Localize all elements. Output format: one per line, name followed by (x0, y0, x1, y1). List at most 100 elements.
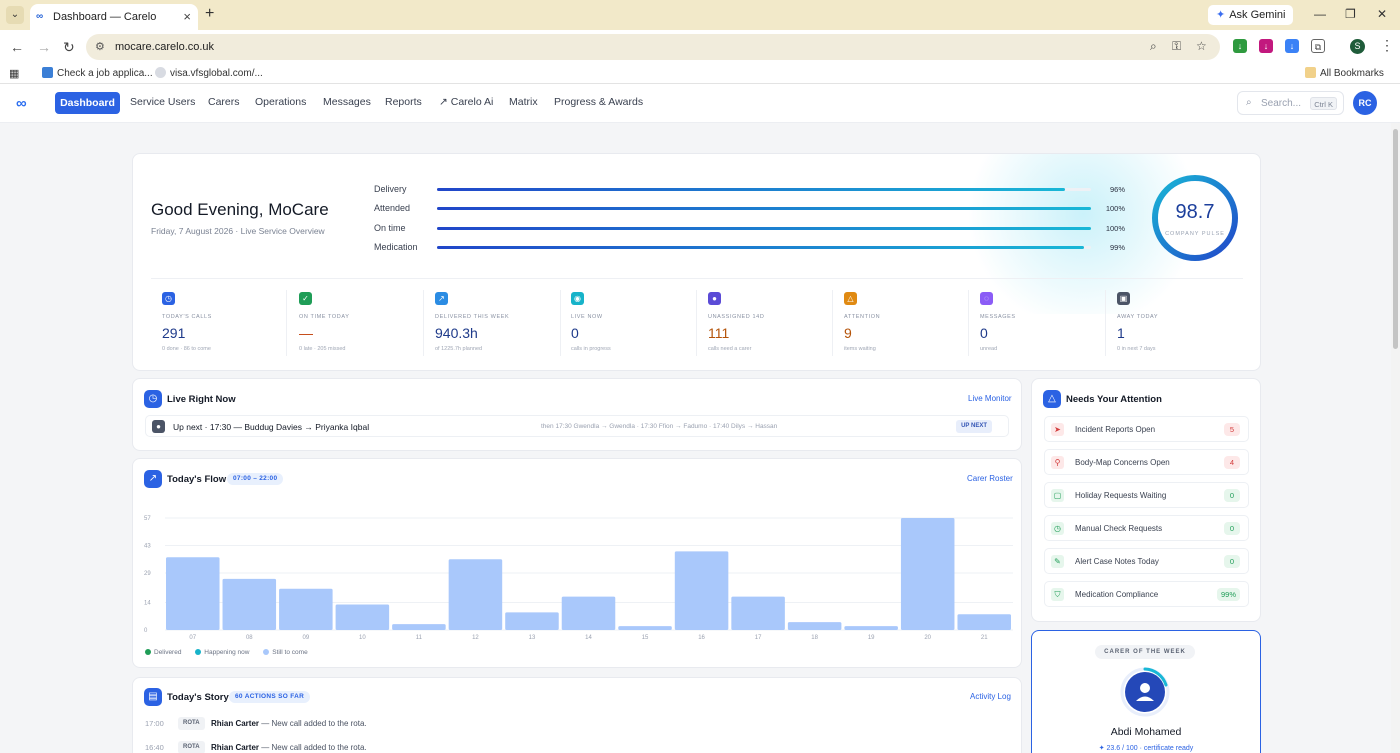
x-tick-label: 07 (189, 635, 196, 641)
story-text: Rhian Carter — New call added to the rot… (211, 743, 367, 752)
zoom-icon[interactable]: ⌕ (1150, 39, 1157, 54)
carelo-logo-icon[interactable]: ∞ (16, 95, 38, 112)
attention-label: Body-Map Concerns Open (1075, 458, 1170, 467)
attention-label: Incident Reports Open (1075, 425, 1156, 434)
trend-up-icon: ↗ (435, 292, 448, 305)
flow-bar[interactable] (900, 518, 955, 630)
extension-pink-icon[interactable]: ↓ (1259, 39, 1273, 53)
nav-reports[interactable]: Reports (385, 96, 422, 108)
attention-medication-compliance[interactable]: ⛉ Medication Compliance 99% (1044, 581, 1249, 607)
x-tick-label: 20 (924, 635, 931, 641)
password-key-icon[interactable]: ⚿ (1172, 39, 1181, 54)
scrollbar-thumb[interactable] (1393, 129, 1398, 349)
all-bookmarks-folder[interactable]: All Bookmarks (1305, 67, 1384, 79)
send-icon: ➤ (1051, 423, 1064, 436)
flow-bar[interactable] (957, 614, 1011, 630)
flow-bar[interactable] (448, 559, 503, 630)
all-bookmarks-label: All Bookmarks (1320, 68, 1384, 79)
nav-service-users[interactable]: Service Users (130, 96, 195, 108)
ask-gemini-button[interactable]: ✦ Ask Gemini (1208, 5, 1294, 25)
minimize-icon[interactable]: — (1314, 7, 1326, 21)
maximize-icon[interactable]: ❐ (1345, 7, 1356, 21)
flow-bar[interactable] (731, 596, 785, 630)
forward-icon[interactable]: → (37, 39, 51, 55)
message-icon: ◌ (980, 292, 993, 305)
download-extension-icon[interactable]: ↓ (1233, 39, 1247, 53)
flow-bar[interactable] (392, 624, 446, 630)
flow-bar[interactable] (561, 596, 616, 630)
attention-body-map[interactable]: ⚲ Body-Map Concerns Open 4 (1044, 449, 1249, 475)
extension-blue-icon[interactable]: ↓ (1285, 39, 1299, 53)
clock-icon: ◷ (1051, 522, 1064, 535)
attention-label: Manual Check Requests (1075, 524, 1163, 533)
up-next-row[interactable]: ● Up next · 17:30 — Buddug Davies → Priy… (145, 415, 1009, 437)
search-input[interactable]: ⌕ Search... Ctrl K (1237, 91, 1344, 115)
activity-log-link[interactable]: Activity Log (970, 692, 1011, 701)
nav-carelo-ai[interactable]: ↗ Carelo Ai (439, 96, 493, 108)
attention-count: 0 (1224, 522, 1240, 535)
attention-alert-notes[interactable]: ✎ Alert Case Notes Today 0 (1044, 548, 1249, 574)
attention-label: Alert Case Notes Today (1075, 557, 1159, 566)
up-next-badge: UP NEXT (956, 420, 992, 433)
user-avatar[interactable]: RC (1353, 91, 1377, 115)
attention-incident-reports[interactable]: ➤ Incident Reports Open 5 (1044, 416, 1249, 442)
site-info-icon[interactable]: ⚙ (95, 40, 105, 53)
back-icon[interactable]: ← (10, 39, 24, 55)
close-icon[interactable]: × (183, 9, 191, 24)
legend-label: Happening now (204, 649, 250, 656)
browser-profile-avatar[interactable]: S (1350, 39, 1365, 54)
pen-icon: ✎ (1051, 555, 1064, 568)
nav-matrix[interactable]: Matrix (509, 96, 538, 108)
stat-label: AWAY TODAY (1117, 314, 1159, 320)
attention-holiday-requests[interactable]: ▢ Holiday Requests Waiting 0 (1044, 482, 1249, 508)
stat-sub: items waiting (844, 346, 876, 352)
story-name: Rhian Carter (211, 743, 260, 752)
flow-bar[interactable] (222, 578, 277, 630)
bookmark-star-icon[interactable]: ☆ (1196, 39, 1207, 53)
stat-attention[interactable]: △ ATTENTION 9 items waiting (844, 292, 974, 356)
stat-sub: 0 done · 86 to come (162, 346, 211, 352)
x-tick-label: 10 (359, 635, 366, 641)
stat-delivered-this-week[interactable]: ↗ DELIVERED THIS WEEK 940.3h of 1225.7h … (435, 292, 565, 356)
metric-value-attended: 100% (1105, 204, 1125, 213)
nav-progress-awards[interactable]: Progress & Awards (554, 96, 643, 108)
bookmark-item[interactable]: Check a job applica... (42, 67, 153, 79)
window-close-icon[interactable]: ✕ (1377, 7, 1387, 21)
carer-of-week-card[interactable]: CARER OF THE WEEK Abdi Mohamed ✦ 23.6 / … (1031, 630, 1261, 753)
metric-label-medication: Medication (374, 242, 418, 252)
new-tab-icon[interactable]: + (205, 5, 214, 23)
browser-tab[interactable]: ∞ Dashboard — Carelo × (30, 4, 198, 30)
flow-bar[interactable] (166, 557, 220, 630)
browser-menu-icon[interactable]: ⋮ (1380, 37, 1394, 54)
attention-manual-check[interactable]: ◷ Manual Check Requests 0 (1044, 515, 1249, 541)
bookmarks-bar: ▦ Check a job applica... visa.vfsglobal.… (0, 63, 1400, 84)
flow-bar[interactable] (844, 626, 898, 630)
nav-carers[interactable]: Carers (208, 96, 240, 108)
stat-live-now[interactable]: ◉ LIVE NOW 0 calls in progress (571, 292, 701, 356)
live-monitor-link[interactable]: Live Monitor (968, 394, 1012, 403)
nav-dashboard[interactable]: Dashboard (55, 92, 120, 114)
stat-unassigned[interactable]: ● UNASSIGNED 14D 111 calls need a carer (708, 292, 838, 356)
x-tick-label: 13 (529, 635, 536, 641)
stat-label: ON TIME TODAY (299, 314, 350, 320)
nav-operations[interactable]: Operations (255, 96, 306, 108)
page-scrollbar[interactable] (1391, 123, 1400, 753)
stat-messages[interactable]: ◌ MESSAGES 0 unread (980, 292, 1110, 356)
tab-search-icon[interactable]: ⌄ (6, 6, 24, 24)
apps-grid-icon[interactable]: ▦ (9, 67, 19, 80)
stat-todays-calls[interactable]: ◷ TODAY'S CALLS 291 0 done · 86 to come (162, 292, 292, 356)
user-icon: ● (708, 292, 721, 305)
extensions-puzzle-icon[interactable]: ⧉ (1311, 39, 1325, 53)
reload-icon[interactable]: ↻ (63, 39, 75, 56)
flow-bar[interactable] (674, 551, 729, 630)
stat-on-time-today[interactable]: ✓ ON TIME TODAY — 0 late · 205 missed (299, 292, 429, 356)
flow-bar[interactable] (787, 622, 842, 630)
stat-away-today[interactable]: ▣ AWAY TODAY 1 0 in next 7 days (1117, 292, 1247, 356)
flow-bar[interactable] (505, 612, 559, 630)
flow-bar[interactable] (618, 626, 672, 630)
flow-bar[interactable] (335, 604, 390, 630)
flow-bar[interactable] (279, 588, 333, 630)
bookmark-item[interactable]: visa.vfsglobal.com/... (155, 67, 263, 79)
address-bar[interactable]: ⚙ mocare.carelo.co.uk ⌕ ⚿ ☆ (86, 34, 1220, 60)
nav-messages[interactable]: Messages (323, 96, 371, 108)
